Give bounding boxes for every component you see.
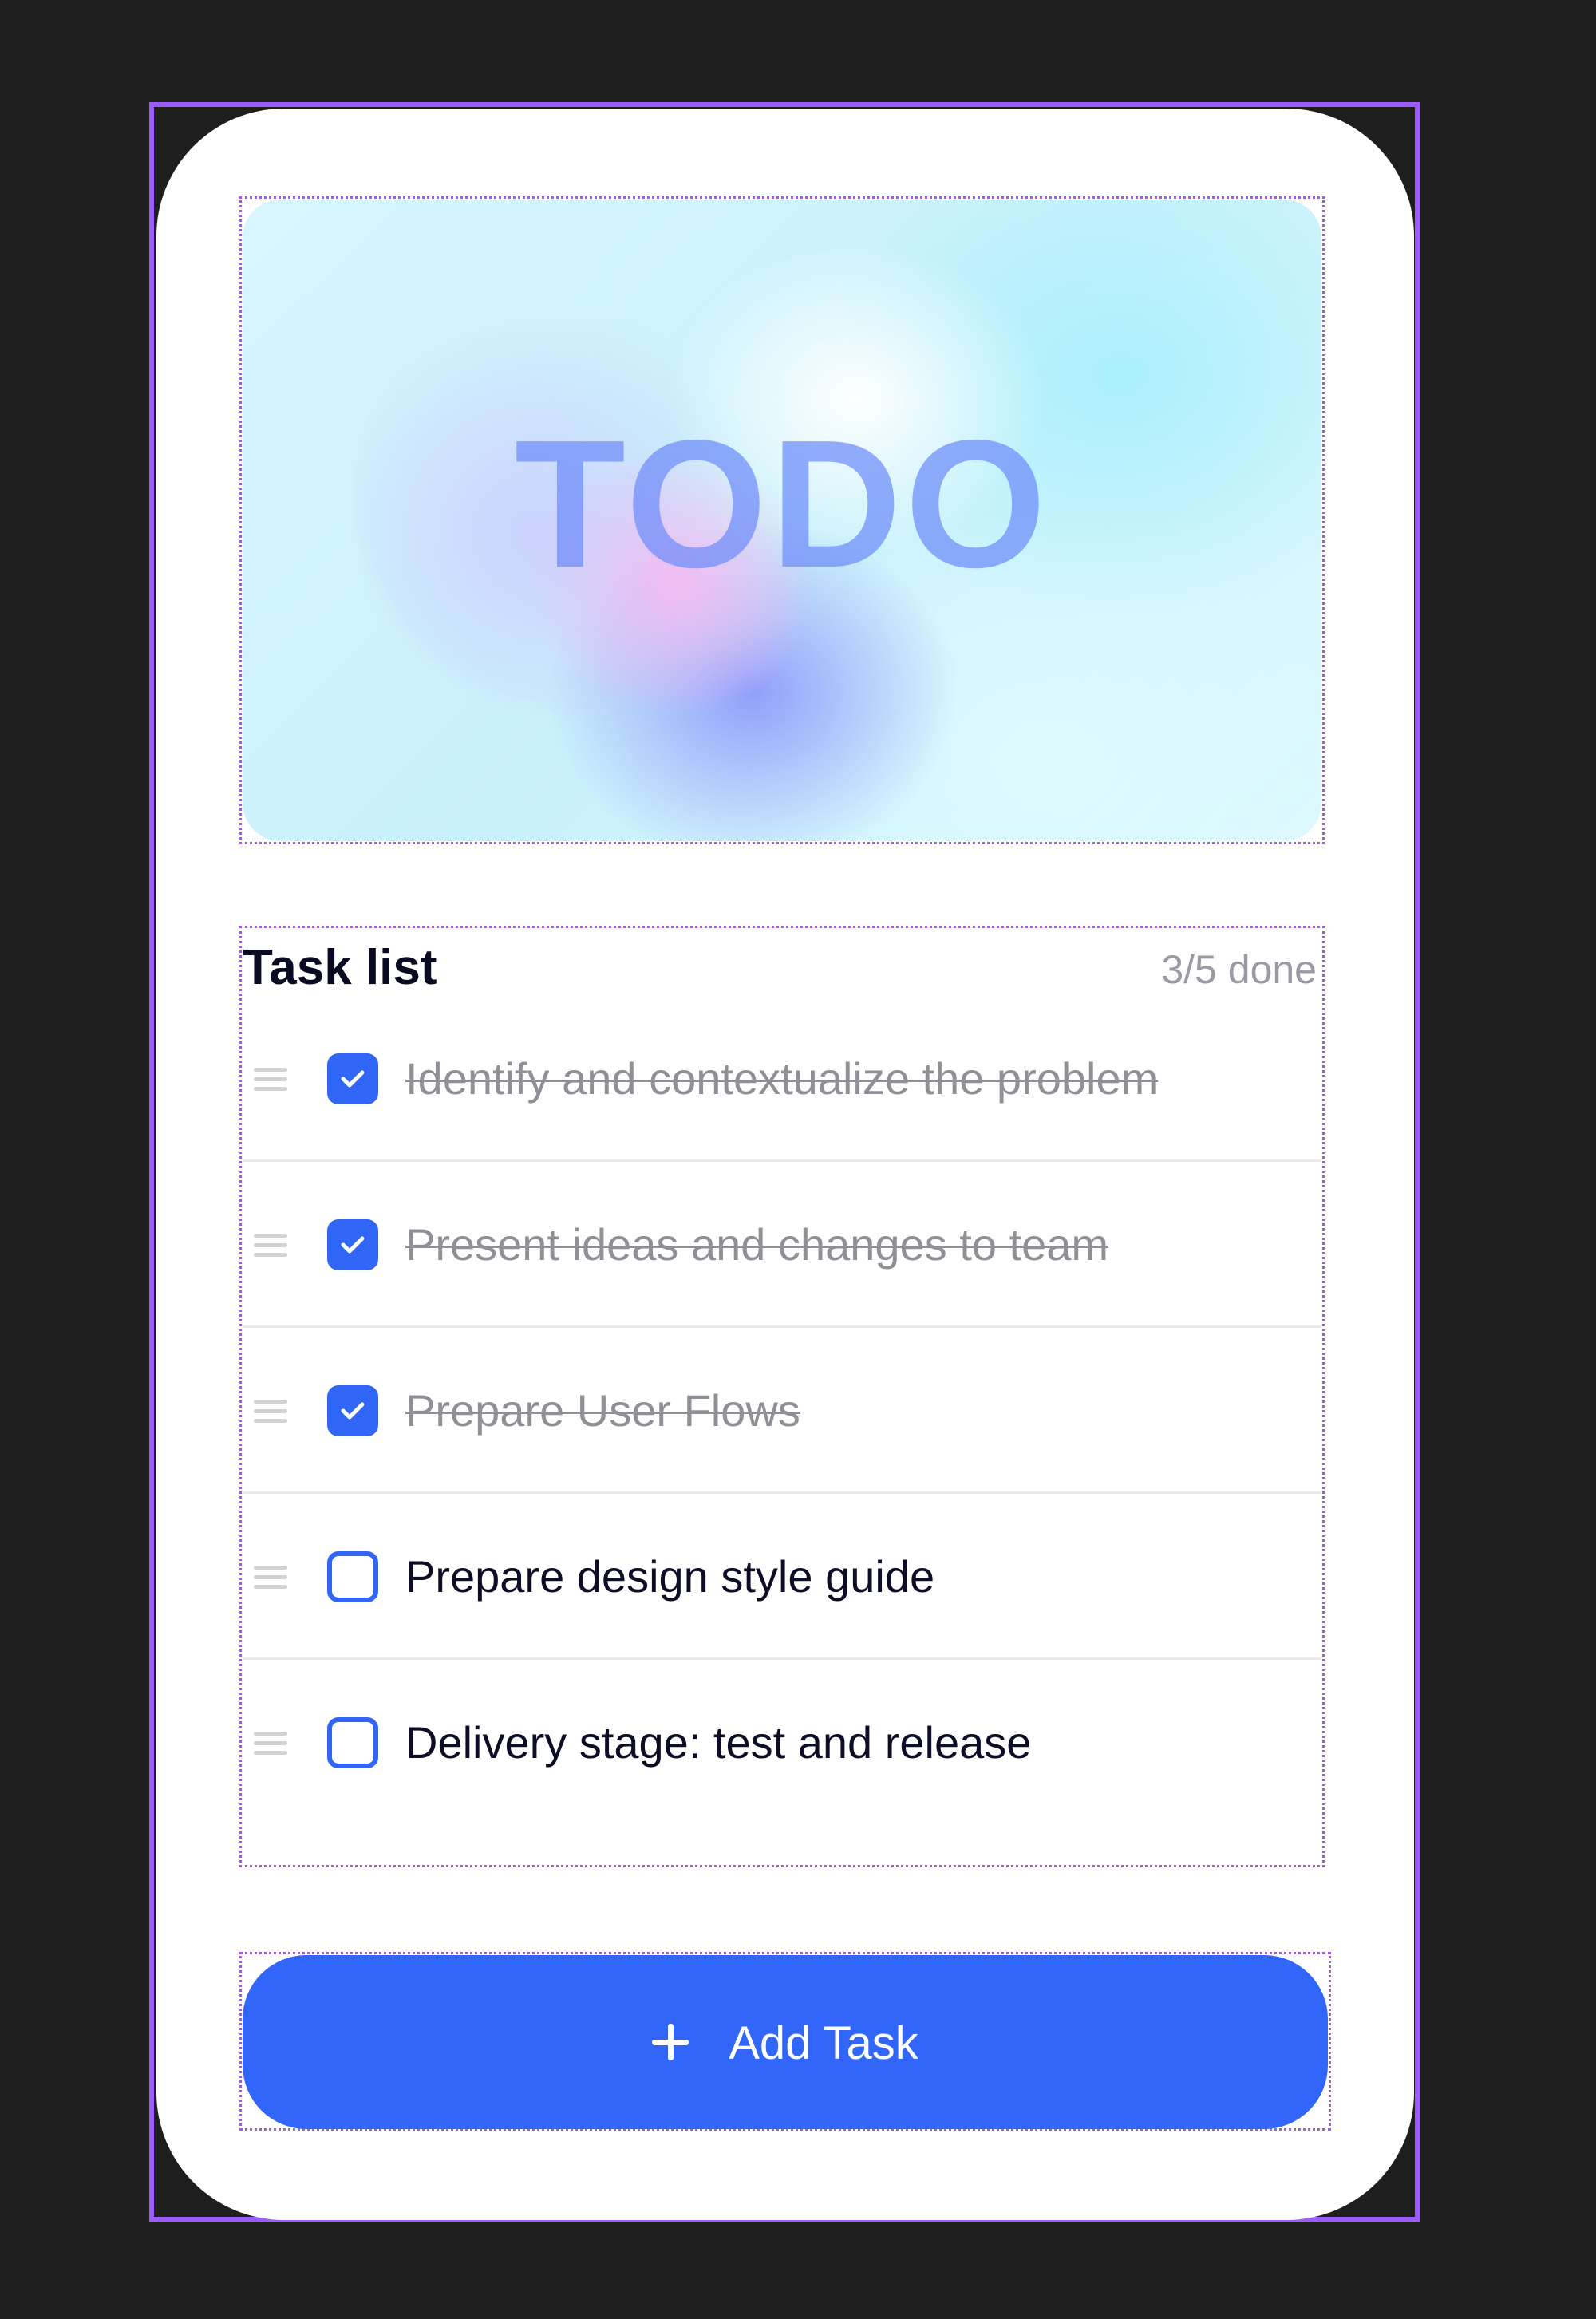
- checkmark-icon: [341, 1402, 365, 1420]
- task-label[interactable]: Identify and contextualize the problem: [405, 1055, 1158, 1103]
- add-task-button[interactable]: Add Task: [243, 1955, 1328, 2129]
- task-checkbox[interactable]: [327, 1385, 378, 1436]
- task-row[interactable]: Present ideas and changes to team: [243, 1162, 1321, 1328]
- task-list-title: Task list: [243, 940, 437, 995]
- task-checkbox[interactable]: [327, 1219, 378, 1270]
- drag-handle-icon[interactable]: [254, 1234, 287, 1258]
- drag-handle-icon[interactable]: [254, 1400, 287, 1424]
- hero-banner: TODO: [243, 200, 1321, 841]
- task-label[interactable]: Delivery stage: test and release: [405, 1719, 1031, 1767]
- checkmark-icon: [341, 1070, 365, 1088]
- checkmark-icon: [341, 1236, 365, 1254]
- task-checkbox[interactable]: [327, 1551, 378, 1602]
- add-task-label: Add Task: [729, 2017, 918, 2069]
- task-list: Task list 3/5 done Identify and contextu…: [243, 927, 1321, 1866]
- task-checkbox[interactable]: [327, 1717, 378, 1768]
- task-label[interactable]: Present ideas and changes to team: [405, 1221, 1108, 1269]
- drag-handle-icon[interactable]: [254, 1068, 287, 1092]
- task-checkbox[interactable]: [327, 1053, 378, 1104]
- task-row[interactable]: Delivery stage: test and release: [243, 1660, 1321, 1826]
- task-label[interactable]: Prepare design style guide: [405, 1553, 934, 1601]
- task-row[interactable]: Identify and contextualize the problem: [243, 996, 1321, 1162]
- plus-icon: [652, 2023, 689, 2060]
- task-progress-count: 3/5 done: [1161, 947, 1317, 992]
- drag-handle-icon[interactable]: [254, 1566, 287, 1590]
- task-row[interactable]: Prepare User Flows: [243, 1328, 1321, 1494]
- drag-handle-icon[interactable]: [254, 1732, 287, 1756]
- task-label[interactable]: Prepare User Flows: [405, 1387, 800, 1435]
- task-row[interactable]: Prepare design style guide: [243, 1494, 1321, 1660]
- hero-title: TODO: [514, 403, 1050, 606]
